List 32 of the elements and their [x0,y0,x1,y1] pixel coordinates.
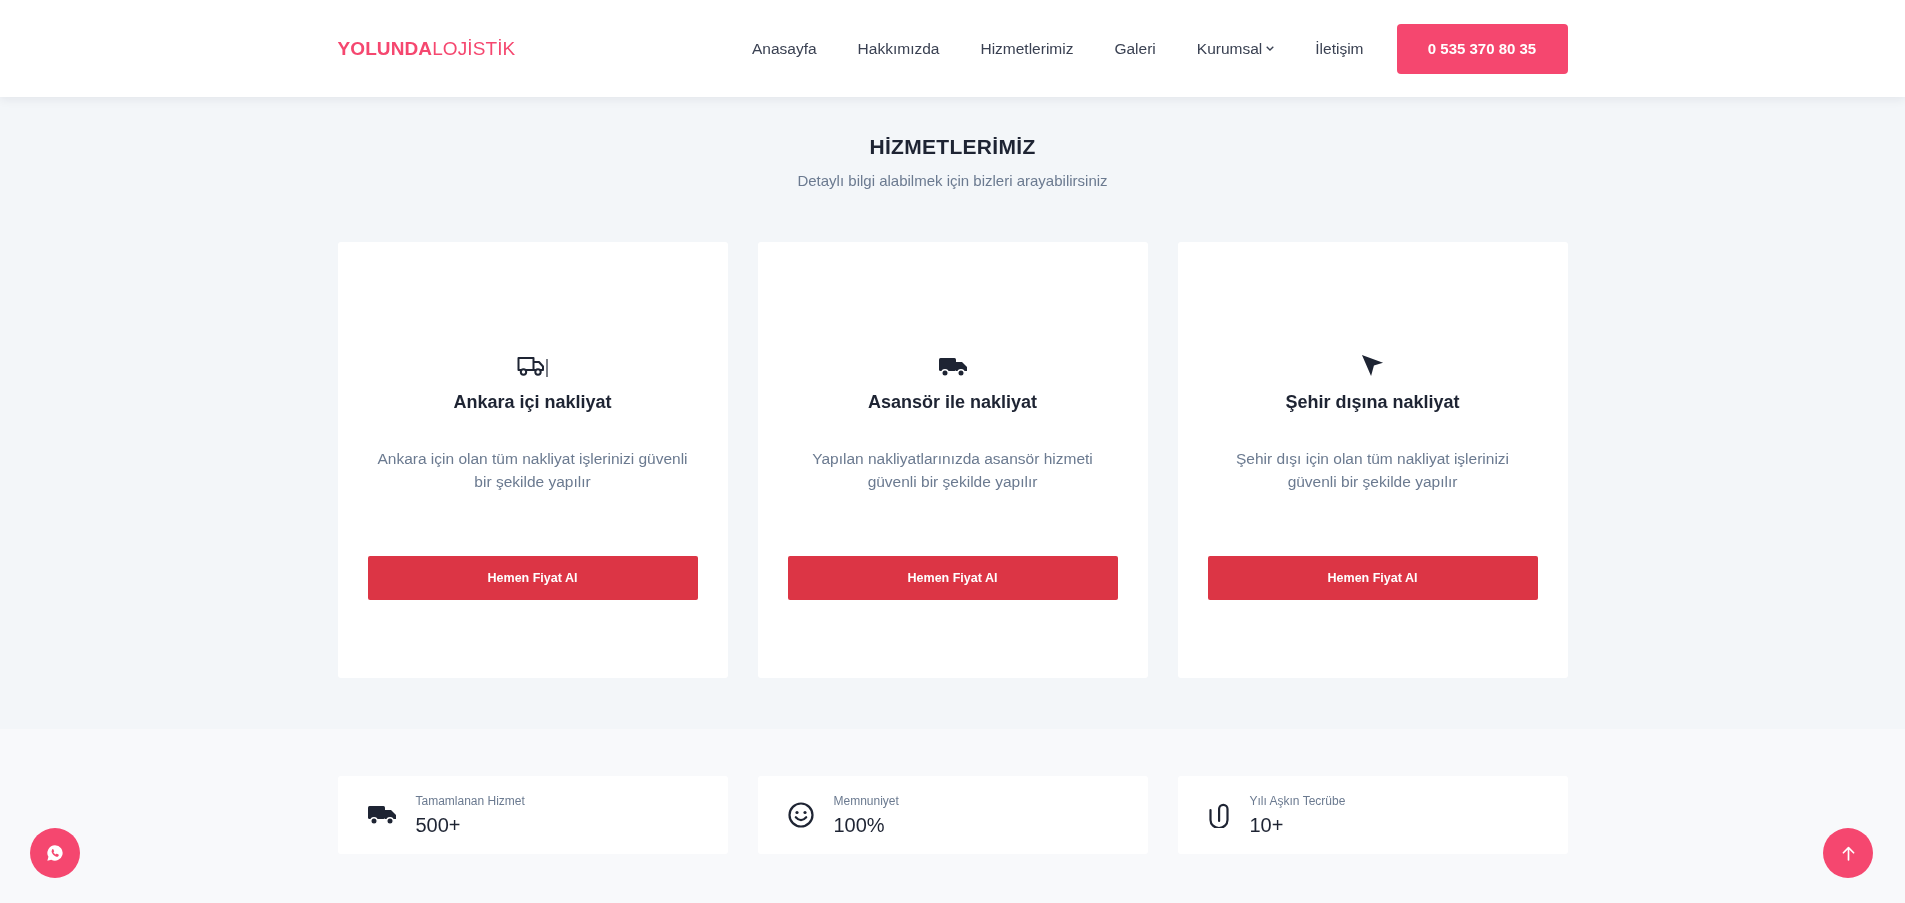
nav-link[interactable]: Hizmetlerimiz [980,39,1074,58]
card-title: Şehir dışına nakliyat [1285,391,1460,414]
smiley-icon [787,802,814,828]
truck-icon [517,356,548,377]
section-title: HİZMETLERİMİZ [868,134,1037,160]
section-subtitle: Detaylı bilgi alabilmek için bizleri arayabilirsiniz [796,171,1109,191]
nav-link[interactable]: Anasayfa [751,39,817,58]
card-description: Ankara için olan tüm nakliyat işlerinizi güvenli bir şekilde yapılır [376,449,689,492]
stat-label: Yılı Aşkın Tecrübe [1249,793,1346,809]
truck-icon [367,805,396,825]
card-description: Yapılan nakliyatlarınızda asansör hizmeti güvenli bir şekilde yapılır [811,449,1094,492]
stat-value: 10+ [1249,812,1284,837]
phone-bubble-icon [46,844,64,862]
stat-label: Memnuniyet [833,793,899,809]
price-button[interactable]: Hemen Fiyat Al [1207,556,1538,600]
nav-link[interactable]: Kurumsal [1196,39,1275,58]
card-description: Şehir dışı için olan tüm nakliyat işlerinizi güvenli bir şekilde yapılır [1234,449,1511,492]
nav-link[interactable]: Galeri [1114,39,1156,58]
truck-icon [938,357,967,377]
nav-link[interactable]: Hakkımızda [857,39,940,58]
card-title: Asansör ile nakliyat [867,391,1038,414]
stat-label: Tamamlanan Hizmet [415,793,525,809]
nav-link[interactable]: İletişim [1315,39,1364,58]
stat-value: 100% [833,812,885,837]
price-button[interactable]: Hemen Fiyat Al [367,556,698,600]
arrow-up-icon [1841,845,1855,861]
stat-value: 500+ [415,812,461,837]
price-button[interactable]: Hemen Fiyat Al [787,556,1118,600]
logo[interactable]: YOLUNDALOJİSTİK [337,37,516,60]
card-title: Ankara içi nakliyat [453,391,612,414]
paperclip-icon [1207,802,1230,828]
pointer-arrow-icon [1361,354,1384,377]
